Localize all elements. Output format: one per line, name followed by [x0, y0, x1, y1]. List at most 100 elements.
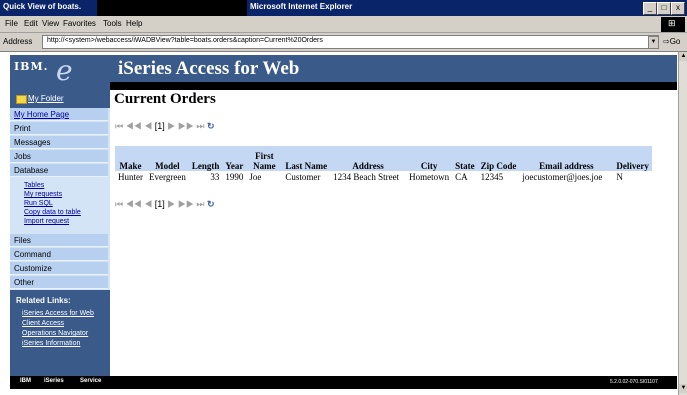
window-title-app: Microsoft Internet Explorer	[250, 2, 353, 11]
menu-view[interactable]: View	[42, 19, 59, 28]
scroll-up-icon[interactable]: ▲	[679, 52, 687, 61]
last-page-icon[interactable]: ⏭	[196, 121, 204, 131]
prev-page-icon[interactable]: ◀◀	[126, 199, 142, 209]
menu-file[interactable]: File	[5, 19, 18, 28]
refresh-icon[interactable]: ↻	[207, 199, 215, 209]
footer-bar: IBM iSeries Service 5.2.0.02-070.SI01107	[10, 376, 677, 389]
related-link-iseries-access[interactable]: iSeries Access for Web	[22, 310, 94, 317]
related-link-iseries-information[interactable]: iSeries Information	[22, 340, 80, 347]
ibm-logo: IBM.	[14, 60, 49, 73]
window-title: Quick View of boats.	[3, 2, 82, 11]
table-cell: Joe	[249, 172, 262, 182]
column-header[interactable]: Length	[188, 146, 223, 171]
sidebar-item-files[interactable]: Files	[10, 234, 108, 247]
menu-edit[interactable]: Edit	[24, 19, 38, 28]
column-header[interactable]: Model	[146, 146, 189, 171]
related-links-panel: Related Links: iSeries Access for Web Cl…	[10, 290, 110, 376]
sidebar-item-database[interactable]: Database	[10, 164, 108, 177]
table-cell: Hunter	[118, 172, 143, 182]
footer-iseries-link[interactable]: iSeries	[44, 378, 64, 384]
column-header[interactable]: First Name	[246, 146, 283, 171]
logo-area: IBM. e	[10, 55, 110, 90]
eserver-logo: e	[56, 54, 73, 87]
windows-logo-icon: ⊞	[661, 17, 685, 32]
sidebar-folder-bar: My Folder	[10, 90, 110, 108]
last-page-icon[interactable]: ⏭	[196, 199, 204, 209]
prev-icon[interactable]: ◀	[144, 199, 152, 209]
table-cell: 12345	[480, 172, 504, 182]
column-header[interactable]: City	[406, 146, 453, 171]
table-cell: Hometown	[409, 172, 450, 182]
next-icon[interactable]: ▶	[167, 199, 175, 209]
sidebar-item-other[interactable]: Other	[10, 276, 108, 289]
related-links-title: Related Links:	[16, 296, 71, 305]
column-header[interactable]: State	[452, 146, 478, 171]
folder-icon	[16, 95, 27, 104]
table-header-row: Make Model Length Year First Name Last N…	[115, 146, 652, 171]
sidebar: My Folder My Home Page Print Messages Jo…	[10, 90, 110, 376]
first-page-icon[interactable]: ⏮	[115, 199, 123, 209]
first-page-icon[interactable]: ⏮	[115, 121, 123, 131]
footer-service-link[interactable]: Service	[80, 378, 101, 384]
title-redaction	[97, 0, 247, 16]
current-page: [1]	[154, 199, 165, 209]
pager-bottom: ⏮ ◀◀ ◀ [1] ▶ ▶▶ ⏭ ↻	[115, 199, 215, 210]
address-dropdown-icon[interactable]: ▼	[648, 36, 659, 49]
sidebar-item-print[interactable]: Print	[10, 122, 108, 135]
menu-help[interactable]: Help	[126, 19, 142, 28]
address-value: http://<system>/webaccess/iWADBView?tabl…	[47, 37, 323, 44]
next-page-icon[interactable]: ▶▶	[178, 121, 194, 131]
column-header[interactable]: Address	[330, 146, 407, 171]
go-label: Go	[669, 37, 681, 46]
table-cell: N	[616, 172, 623, 182]
table-cell: joecustomer@joes.joe	[522, 172, 603, 182]
address-input[interactable]: http://<system>/webaccess/iWADBView?tabl…	[42, 35, 659, 49]
prev-page-icon[interactable]: ◀◀	[126, 121, 142, 131]
refresh-icon[interactable]: ↻	[207, 121, 215, 131]
vertical-scrollbar[interactable]: ▲ ▼	[678, 52, 687, 395]
table-row: Hunter Evergreen 33 1990 Joe Customer 12…	[115, 171, 652, 183]
menu-tools[interactable]: Tools	[103, 19, 122, 28]
next-page-icon[interactable]: ▶▶	[178, 199, 194, 209]
sidebar-item-command[interactable]: Command	[10, 248, 108, 261]
column-header[interactable]: Email address	[519, 146, 614, 171]
sidebar-subitem-import-request[interactable]: Import request	[24, 218, 69, 225]
related-link-client-access[interactable]: Client Access	[22, 320, 64, 327]
footer-ibm-link[interactable]: IBM	[20, 378, 31, 384]
table-cell: CA	[455, 172, 468, 182]
table-cell: 1990	[225, 172, 244, 182]
maximize-button[interactable]: □	[657, 2, 671, 15]
column-header[interactable]: Make	[115, 146, 146, 171]
orders-table: Make Model Length Year First Name Last N…	[115, 146, 652, 183]
my-folder-link[interactable]: My Folder	[28, 94, 64, 103]
column-header[interactable]: Delivery	[613, 146, 652, 171]
header-divider	[110, 82, 677, 90]
go-button[interactable]: ⇨Go	[663, 37, 680, 46]
table-cell: 33	[210, 172, 220, 182]
version-text: 5.2.0.02-070.SI01107	[610, 379, 658, 385]
table-cell: Customer	[285, 172, 321, 182]
table-cell: 1234 Beach Street	[333, 172, 400, 182]
sidebar-subitem-copy-data[interactable]: Copy data to table	[24, 209, 81, 216]
sidebar-subitem-my-requests[interactable]: My requests	[24, 191, 62, 198]
menu-favorites[interactable]: Favorites	[63, 19, 96, 28]
address-label: Address	[3, 37, 33, 46]
sidebar-item-messages[interactable]: Messages	[10, 136, 108, 149]
next-icon[interactable]: ▶	[167, 121, 175, 131]
app-header: iSeries Access for Web	[110, 55, 677, 82]
sidebar-subitem-run-sql[interactable]: Run SQL	[24, 200, 53, 207]
close-button[interactable]: x	[671, 2, 685, 15]
sidebar-item-my-home-page[interactable]: My Home Page	[10, 108, 108, 121]
column-header[interactable]: Year	[222, 146, 247, 171]
sidebar-subitem-tables[interactable]: Tables	[24, 182, 44, 189]
minimize-button[interactable]: _	[643, 2, 657, 15]
current-page: [1]	[154, 121, 165, 131]
related-link-operations-navigator[interactable]: Operations Navigator	[22, 330, 88, 337]
sidebar-item-jobs[interactable]: Jobs	[10, 150, 108, 163]
prev-icon[interactable]: ◀	[144, 121, 152, 131]
column-header[interactable]: Zip Code	[477, 146, 520, 171]
column-header[interactable]: Last Name	[282, 146, 331, 171]
app-title: iSeries Access for Web	[118, 58, 300, 79]
scroll-down-icon[interactable]: ▼	[679, 384, 687, 393]
sidebar-item-customize[interactable]: Customize	[10, 262, 108, 275]
